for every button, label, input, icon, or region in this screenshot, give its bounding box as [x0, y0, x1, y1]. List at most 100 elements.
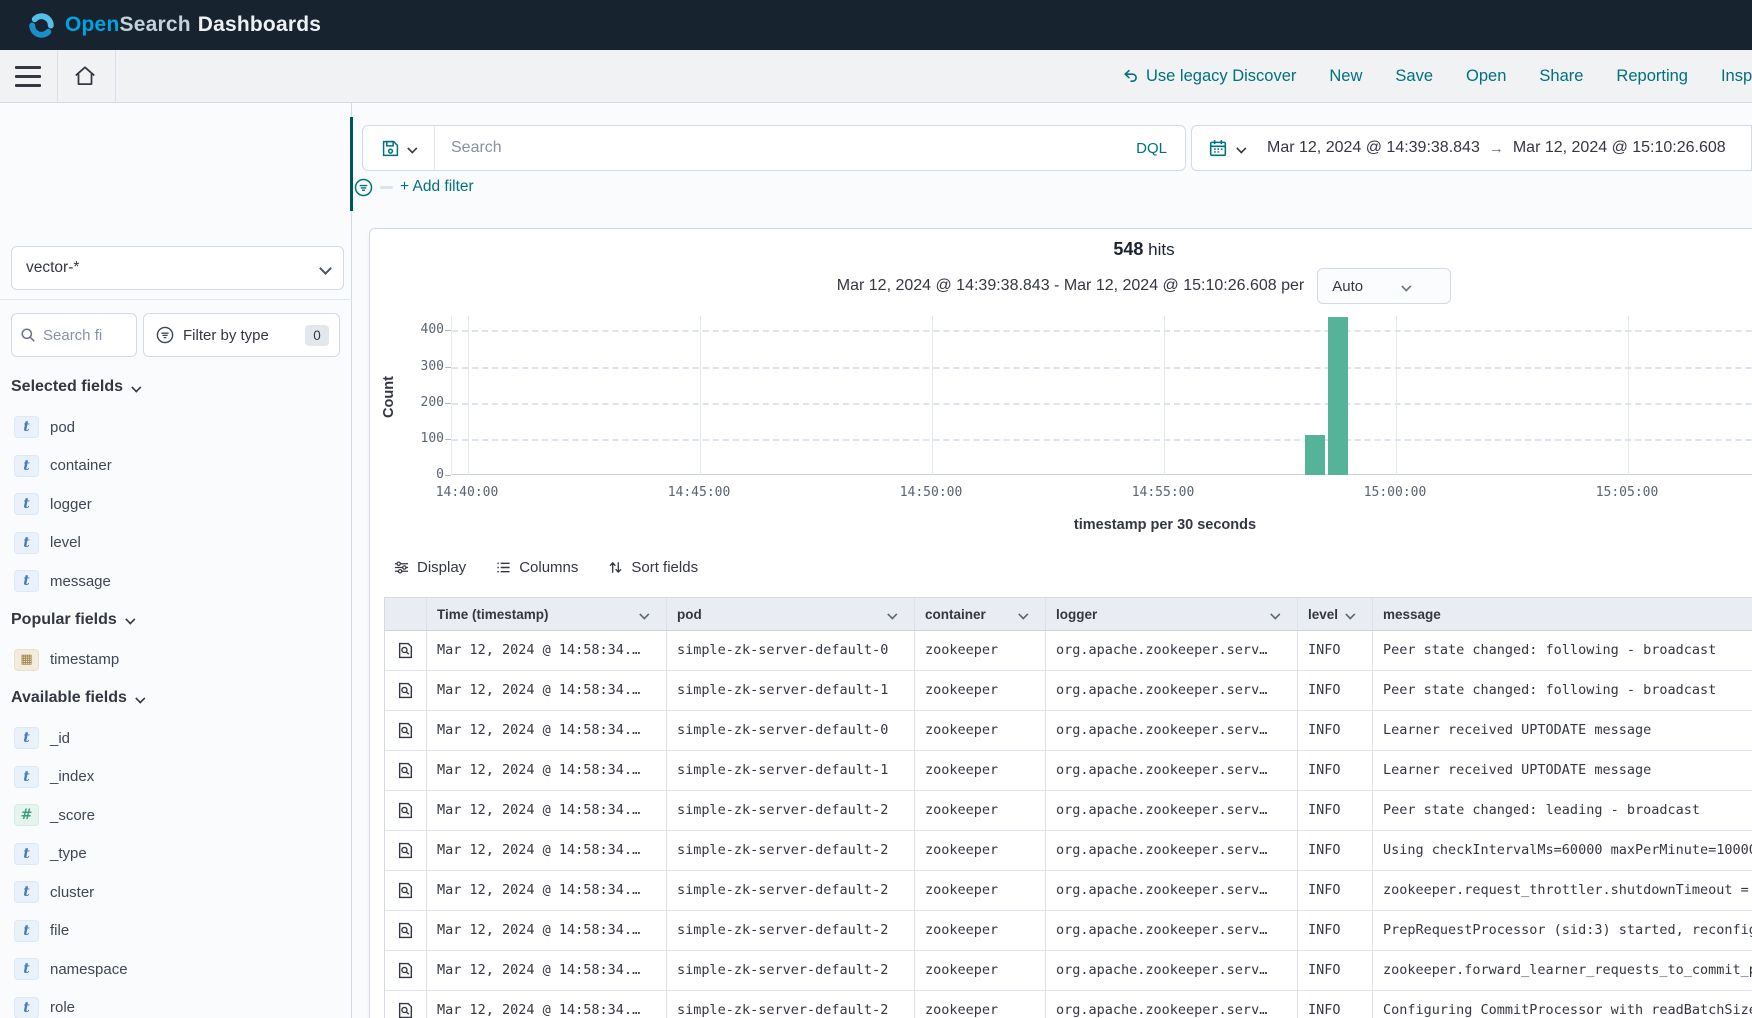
- query-language-button[interactable]: DQL: [1118, 140, 1185, 157]
- cell-level: INFO: [1298, 951, 1373, 990]
- display-button[interactable]: Display: [394, 559, 466, 576]
- field-item[interactable]: t level: [0, 524, 351, 563]
- field-name: _id: [50, 730, 70, 747]
- columns-button[interactable]: Columns: [496, 559, 578, 576]
- histogram-chart[interactable]: [451, 316, 1752, 475]
- y-tick-label: 100: [410, 431, 444, 446]
- cell-time: Mar 12, 2024 @ 14:58:34.…: [427, 751, 667, 790]
- chevron-down-icon[interactable]: [888, 610, 895, 617]
- cell-message: Peer state changed: leading - broadcast: [1373, 791, 1752, 830]
- use-legacy-discover-link[interactable]: Use legacy Discover: [1122, 67, 1296, 86]
- field-item[interactable]: # _score: [0, 796, 351, 835]
- field-item[interactable]: t _id: [0, 719, 351, 758]
- cell-time: Mar 12, 2024 @ 14:58:34.…: [427, 791, 667, 830]
- cell-message: Learner received UPTODATE message: [1373, 711, 1752, 750]
- column-header-label: level: [1308, 607, 1338, 622]
- menu-icon[interactable]: [13, 64, 43, 89]
- field-search-input[interactable]: [43, 327, 113, 344]
- nav-action-link[interactable]: Save: [1395, 67, 1433, 86]
- chart-subtitle: Mar 12, 2024 @ 14:39:38.843 - Mar 12, 20…: [837, 277, 1304, 295]
- inspect-document-button[interactable]: [385, 911, 427, 950]
- home-icon[interactable]: [72, 63, 100, 91]
- field-item[interactable]: t logger: [0, 485, 351, 524]
- saved-queries-button[interactable]: [363, 126, 435, 170]
- chevron-down-icon[interactable]: [1019, 610, 1026, 617]
- date-quick-select-button[interactable]: [1209, 139, 1245, 157]
- column-header-time[interactable]: Time (timestamp): [427, 598, 667, 630]
- date-to[interactable]: Mar 12, 2024 @ 15:10:26.608: [1513, 139, 1726, 157]
- inspect-document-button[interactable]: [385, 751, 427, 790]
- sort-fields-label: Sort fields: [631, 559, 698, 576]
- histogram-bar[interactable]: [1328, 317, 1348, 475]
- add-filter-button[interactable]: + Add filter: [400, 178, 474, 196]
- opensearch-logo[interactable]: OpenSearchDashboards: [28, 12, 321, 39]
- column-header-level[interactable]: level: [1298, 598, 1373, 630]
- sidebar-resizer[interactable]: [350, 117, 353, 211]
- date-from[interactable]: Mar 12, 2024 @ 14:39:38.843: [1267, 139, 1480, 157]
- field-filter-row: Filter by type 0: [11, 313, 340, 357]
- field-item[interactable]: t pod: [0, 408, 351, 447]
- nav-action-link[interactable]: Share: [1539, 67, 1583, 86]
- field-item[interactable]: t _index: [0, 758, 351, 797]
- available-fields-list: t _id t _index # _score t _type t cluste…: [0, 719, 351, 1018]
- nav-action-link[interactable]: Inspect: [1721, 67, 1752, 86]
- chevron-down-icon[interactable]: [1346, 610, 1353, 617]
- inspect-document-button[interactable]: [385, 991, 427, 1018]
- x-tick-label: 14:45:00: [654, 485, 744, 500]
- field-type-badge: t: [14, 570, 39, 592]
- cell-time: Mar 12, 2024 @ 14:58:34.…: [427, 831, 667, 870]
- inspect-document-button[interactable]: [385, 831, 427, 870]
- column-header-label: message: [1383, 607, 1441, 622]
- field-item[interactable]: t cluster: [0, 873, 351, 912]
- nav-action-link[interactable]: Reporting: [1616, 67, 1688, 86]
- field-item[interactable]: t namespace: [0, 950, 351, 989]
- field-item[interactable]: ▦ timestamp: [0, 641, 351, 680]
- selected-fields-heading[interactable]: Selected fields: [11, 374, 351, 400]
- filter-by-type-button[interactable]: Filter by type 0: [143, 313, 340, 357]
- interval-select[interactable]: Auto: [1317, 268, 1451, 304]
- cell-logger: org.apache.zookeeper.serv…: [1046, 671, 1298, 710]
- cell-pod: simple-zk-server-default-2: [667, 991, 915, 1018]
- date-range-arrow-icon: →: [1489, 140, 1504, 157]
- field-name: _type: [50, 845, 87, 862]
- cell-pod: simple-zk-server-default-2: [667, 831, 915, 870]
- popular-fields-label: Popular fields: [11, 611, 117, 629]
- field-item[interactable]: t role: [0, 989, 351, 1018]
- column-header-label: container: [925, 607, 986, 622]
- field-type-badge: t: [14, 766, 39, 788]
- column-header-logger[interactable]: logger: [1046, 598, 1298, 630]
- inspect-document-button[interactable]: [385, 671, 427, 710]
- field-item[interactable]: t message: [0, 562, 351, 601]
- sort-fields-button[interactable]: Sort fields: [608, 559, 698, 576]
- date-picker: Mar 12, 2024 @ 14:39:38.843 → Mar 12, 20…: [1191, 125, 1752, 171]
- nav-action-link[interactable]: New: [1329, 67, 1362, 86]
- inspect-document-button[interactable]: [385, 951, 427, 990]
- cell-time: Mar 12, 2024 @ 14:58:34.…: [427, 911, 667, 950]
- available-fields-heading[interactable]: Available fields: [11, 685, 351, 711]
- inspect-document-button[interactable]: [385, 711, 427, 750]
- nav-action-link[interactable]: Open: [1466, 67, 1506, 86]
- field-type-badge: t: [14, 493, 39, 515]
- field-item[interactable]: t _type: [0, 835, 351, 874]
- inspect-document-button[interactable]: [385, 871, 427, 910]
- chevron-down-icon[interactable]: [640, 610, 647, 617]
- histogram-bar[interactable]: [1305, 435, 1325, 475]
- cell-level: INFO: [1298, 671, 1373, 710]
- inspect-document-button[interactable]: [385, 631, 427, 670]
- control-column-header: [385, 598, 427, 630]
- cell-message: Using checkIntervalMs=60000 maxPerMinute…: [1373, 831, 1752, 870]
- inspect-document-button[interactable]: [385, 791, 427, 830]
- search-input[interactable]: [435, 139, 1118, 157]
- index-pattern-select[interactable]: vector-*: [11, 246, 344, 290]
- column-header-pod[interactable]: pod: [667, 598, 915, 630]
- chevron-down-icon[interactable]: [1271, 610, 1278, 617]
- column-header-container[interactable]: container: [915, 598, 1046, 630]
- field-item[interactable]: t container: [0, 447, 351, 486]
- inspect-icon: [397, 722, 414, 739]
- column-header-message[interactable]: message: [1373, 598, 1752, 630]
- cell-container: zookeeper: [915, 631, 1046, 670]
- popular-fields-heading[interactable]: Popular fields: [11, 607, 351, 633]
- cell-message: PrepRequestProcessor (sid:3) started, re…: [1373, 911, 1752, 950]
- cell-level: INFO: [1298, 991, 1373, 1018]
- field-item[interactable]: t file: [0, 912, 351, 951]
